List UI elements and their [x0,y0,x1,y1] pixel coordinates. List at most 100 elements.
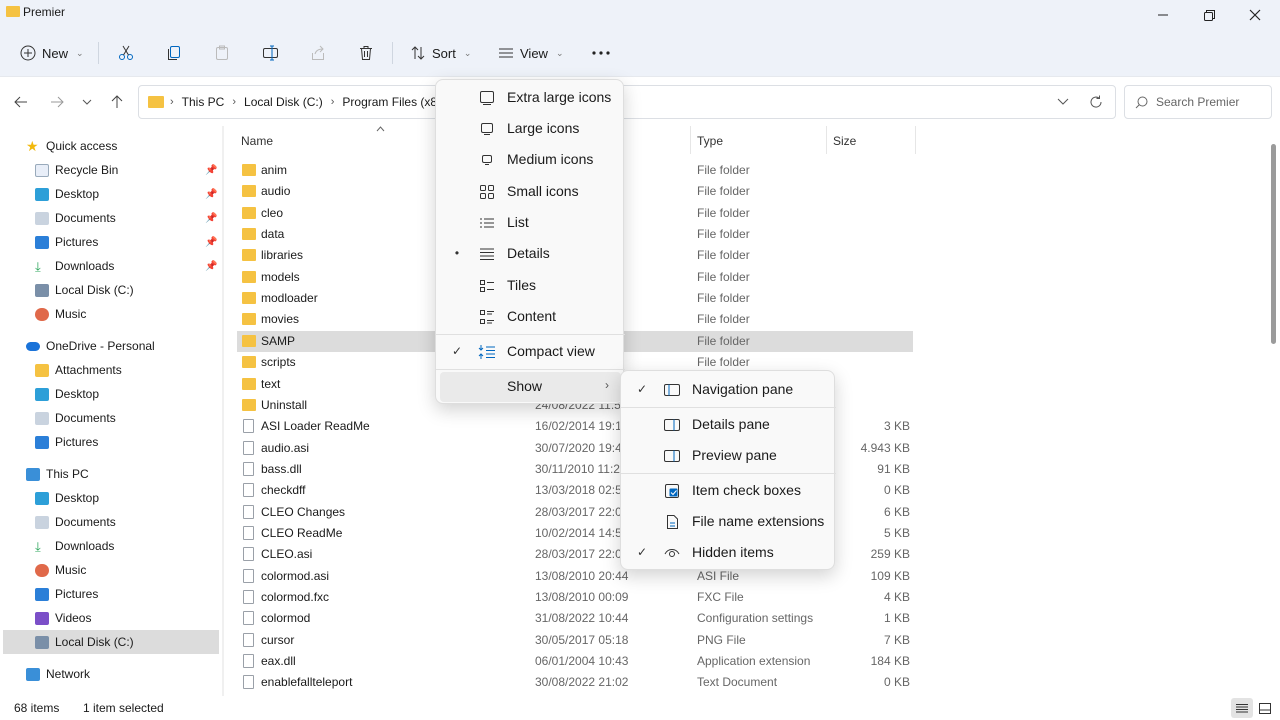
menu-item-compact-view[interactable]: ✓ Compact view [440,337,621,367]
menu-item-content[interactable]: Content [440,302,621,332]
sidebar-item-quick-access[interactable]: ★ Quick access [0,134,222,158]
vertical-scrollbar[interactable] [1268,126,1280,696]
menu-item-label: Small icons [507,183,579,199]
file-name: enablefallteleport [261,675,353,690]
cut-button[interactable] [118,38,134,68]
column-header-type[interactable]: Type [697,134,723,148]
menu-item-label: Show [507,378,543,394]
close-button[interactable] [1232,0,1278,30]
table-row[interactable]: colormod.fxc 13/08/2010 00:09 FXC File 4 KB [237,587,913,608]
up-button[interactable] [106,91,128,113]
column-header-size[interactable]: Size [833,134,856,148]
menu-item-file-name-extensions[interactable]: File name extensions [625,507,832,537]
sidebar-item-documents[interactable]: Documents [0,510,222,534]
scrollbar-thumb[interactable] [1271,144,1276,344]
table-row[interactable]: cursor 30/05/2017 05:18 PNG File 7 KB [237,630,913,651]
back-button[interactable] [10,91,32,113]
sidebar-item-label: Local Disk (C:) [55,283,134,297]
sidebar-item-network[interactable]: Network [0,662,222,686]
menu-item-extra-large-icons[interactable]: Extra large icons [440,83,621,113]
rename-button[interactable] [262,38,280,68]
menu-item-large-icons[interactable]: Large icons [440,114,621,144]
menu-item-list[interactable]: List [440,208,621,238]
documents-icon [35,211,49,225]
sidebar-item-desktop[interactable]: Desktop [0,382,222,406]
sidebar-item-pictures[interactable]: Pictures [0,582,222,606]
minimize-button[interactable] [1140,0,1186,30]
menu-item-preview-pane[interactable]: Preview pane [625,441,832,471]
arrow-up-icon [111,95,123,108]
music-icon [35,563,49,577]
column-divider[interactable] [826,126,827,154]
delete-button[interactable] [358,38,374,68]
list-view-icon [478,214,496,232]
sidebar-item-attachments[interactable]: Attachments [0,358,222,382]
breadcrumb-local-disk[interactable]: Local Disk (C:) [244,95,323,109]
table-row[interactable]: enablefallteleport 30/08/2022 21:02 Text D… [237,672,913,693]
sidebar-item-music[interactable]: Music [0,302,222,326]
column-header-name[interactable]: Name [241,134,273,148]
file-icon [243,632,254,647]
table-row[interactable]: eax.dll 06/01/2004 10:43 Application exten… [237,651,913,672]
forward-button[interactable] [46,91,68,113]
sidebar-item-documents[interactable]: Documents 📌 [0,206,222,230]
menu-item-hidden-items[interactable]: ✓ Hidden items [625,538,832,568]
nav-view-icon [663,381,681,399]
menu-item-tiles[interactable]: Tiles [440,271,621,301]
column-divider[interactable] [915,126,916,154]
sidebar-item-music[interactable]: Music [0,558,222,582]
search-icon [1135,96,1148,108]
sidebar-item-documents[interactable]: Documents [0,406,222,430]
view-button[interactable]: View ⌄ [498,38,564,68]
file-type: File folder [697,205,750,220]
menu-item-small-icons[interactable]: Small icons [440,177,621,207]
sidebar-item-desktop[interactable]: Desktop 📌 [0,182,222,206]
sidebar-item-this-pc[interactable]: This PC [0,462,222,486]
pin-icon: 📌 [205,188,218,200]
recent-locations-button[interactable] [76,91,98,113]
search-box[interactable]: Search Premier [1124,85,1272,119]
menu-item-item-check-boxes[interactable]: Item check boxes [625,476,832,506]
copy-button[interactable] [166,38,182,68]
sidebar-item-onedrive[interactable]: OneDrive - Personal [0,334,222,358]
address-bar[interactable]: › This PC › Local Disk (C:) › Program Fi… [138,85,1116,119]
sidebar-item-local-disk[interactable]: Local Disk (C:) [0,278,222,302]
folder-icon [242,164,256,176]
videos-icon [35,611,49,625]
chevron-down-icon: ⌄ [463,47,472,58]
md-view-icon [478,151,496,169]
sidebar-item-videos[interactable]: Videos [0,606,222,630]
tiles-view-button[interactable] [1254,698,1276,718]
file-icon [243,568,254,583]
details-view-button[interactable] [1231,698,1253,718]
sidebar-item-pictures[interactable]: Pictures 📌 [0,230,222,254]
menu-item-medium-icons[interactable]: Medium icons [440,145,621,175]
share-button[interactable] [310,38,326,68]
file-name: text [261,376,281,391]
new-button[interactable]: New ⌄ [20,38,84,68]
chevron-down-icon[interactable] [1057,98,1069,106]
table-row[interactable]: colormod 31/08/2022 10:44 Configuration se… [237,608,913,629]
file-size: 0 KB [883,483,910,498]
more-options-button[interactable] [592,38,610,68]
sidebar-item-downloads[interactable]: ⤓ Downloads [0,534,222,558]
sidebar-item-pictures[interactable]: Pictures [0,430,222,454]
sidebar-item-local-disk[interactable]: Local Disk (C:) [3,630,219,654]
refresh-icon[interactable] [1089,95,1103,109]
breadcrumb-program-files[interactable]: Program Files (x86 [342,95,443,109]
sort-button[interactable]: Sort ⌄ [410,38,471,68]
menu-item-navigation-pane[interactable]: ✓ Navigation pane [625,375,832,405]
menu-item-show[interactable]: Show › [440,372,621,402]
sidebar-item-recycle-bin[interactable]: Recycle Bin 📌 [0,158,222,182]
file-icon [243,504,254,519]
restore-button[interactable] [1186,0,1232,30]
column-divider[interactable] [690,126,691,154]
menu-item-details[interactable]: • Details [440,239,621,269]
folder-icon [242,292,256,305]
menu-item-details-pane[interactable]: Details pane [625,410,832,440]
breadcrumb-this-pc[interactable]: This PC [182,95,225,109]
sidebar-item-desktop[interactable]: Desktop [0,486,222,510]
sidebar-item-downloads[interactable]: ⤓ Downloads 📌 [0,254,222,278]
computer-icon [26,467,40,481]
paste-button[interactable] [214,38,230,68]
